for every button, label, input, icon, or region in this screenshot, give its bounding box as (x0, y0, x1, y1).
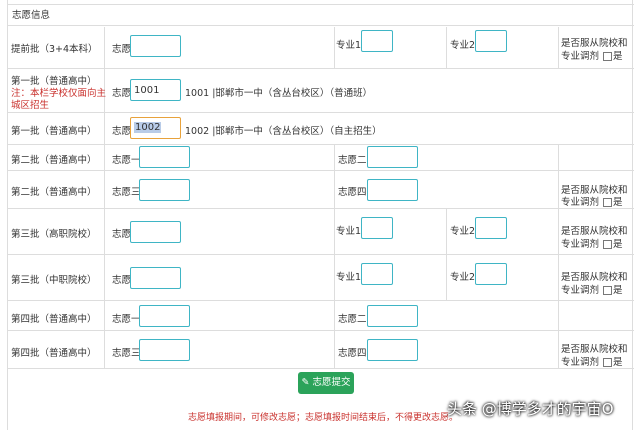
first-self-volunteer-input[interactable]: 1002 (130, 117, 181, 139)
footer-note: 志愿填报期间，可修改志愿；志愿填报时间结束后，不得更改志愿。 (188, 413, 459, 423)
row-first-batch-self: 第一批（普通高中） 志愿 1002 1002 |邯郸市一中（含丛台校区）（自主招… (8, 113, 634, 145)
adjust-label-line1: 是否服从院校和 (561, 344, 628, 355)
adjust-label-line2: 专业调剂 是 (561, 51, 623, 62)
school-description: 1001 |邯郸市一中（含丛台校区）（普通班） (185, 88, 373, 99)
adjust-label-line2: 专业调剂 是 (561, 239, 623, 250)
major1-label: 专业1 (336, 40, 362, 51)
section-title: 志愿信息 (8, 6, 634, 26)
fourth-volunteer4-input[interactable] (367, 339, 418, 361)
submit-button[interactable]: ✎ 志愿提交 (298, 372, 354, 394)
row-label: 提前批（3+4本科） (11, 44, 98, 55)
major1-label: 专业1 (336, 226, 362, 237)
top-strip (8, 0, 634, 5)
volunteer2-label: 志愿二 (338, 314, 367, 325)
row-third-batch-vocational-school: 第三批（中职院校） 志愿 专业1 专业2 是否服从院校和 专业调剂 是 (8, 255, 634, 301)
volunteer-label: 志愿 (112, 229, 132, 240)
early-volunteer-input[interactable] (130, 35, 181, 57)
row-fourth-batch-b: 第四批（普通高中） 志愿三 志愿四 是否服从院校和 专业调剂 是 (8, 331, 634, 369)
row-label: 第四批（普通高中） (11, 348, 97, 359)
third-school-volunteer-input[interactable] (130, 267, 181, 289)
row-second-batch-a: 第二批（普通高中） 志愿一 志愿二 (8, 145, 634, 171)
second-volunteer4-input[interactable] (367, 179, 418, 201)
submit-label: 志愿提交 (312, 377, 351, 388)
volunteer3-label: 志愿三 (112, 187, 141, 198)
adjust-checkbox[interactable] (603, 52, 613, 61)
row-label: 第二批（普通高中） (11, 187, 97, 198)
adjust-label-line2: 专业调剂 是 (561, 285, 623, 296)
row-label: 第三批（中职院校） (11, 275, 97, 286)
watermark: 头条 @博学多才的宇宙O (447, 400, 614, 418)
early-major2-input[interactable] (475, 30, 507, 52)
volunteer4-label: 志愿四 (338, 187, 367, 198)
adjust-checkbox[interactable] (603, 286, 613, 295)
third-college-major2-input[interactable] (475, 217, 507, 239)
adjust-label-line1: 是否服从院校和 (561, 38, 628, 49)
third-school-major2-input[interactable] (475, 263, 507, 285)
row-second-batch-b: 第二批（普通高中） 志愿三 志愿四 是否服从院校和 专业调剂 是 (8, 171, 634, 209)
row-early-batch: 提前批（3+4本科） 志愿 专业1 专业2 是否服从院校和 专业调剂 是 (8, 27, 634, 69)
second-volunteer3-input[interactable] (139, 179, 190, 201)
third-college-volunteer-input[interactable] (130, 221, 181, 243)
first-volunteer-input[interactable] (130, 79, 181, 101)
adjust-label-line1: 是否服从院校和 (561, 272, 628, 283)
row-label: 第三批（高职院校） (11, 229, 97, 240)
third-college-major1-input[interactable] (361, 217, 393, 239)
row-fourth-batch-a: 第四批（普通高中） 志愿一 志愿二 (8, 301, 634, 331)
row-third-batch-vocational-college: 第三批（高职院校） 志愿 专业1 专业2 是否服从院校和 专业调剂 是 (8, 209, 634, 255)
adjust-label-line2: 专业调剂 是 (561, 357, 623, 368)
third-school-major1-input[interactable] (361, 263, 393, 285)
row-label: 第四批（普通高中） (11, 314, 97, 325)
volunteer1-label: 志愿一 (112, 155, 141, 166)
volunteer-label: 志愿 (112, 275, 132, 286)
second-volunteer1-input[interactable] (139, 146, 190, 168)
volunteer2-label: 志愿二 (338, 155, 367, 166)
row-first-batch-regular: 第一批（普通高中） 注：本栏学校仅面向主 城区招生 志愿 1001 |邯郸市一中… (8, 69, 634, 113)
adjust-label-line1: 是否服从院校和 (561, 226, 628, 237)
adjust-checkbox[interactable] (603, 358, 613, 367)
early-major1-input[interactable] (361, 30, 393, 52)
school-description: 1002 |邯郸市一中（含丛台校区）（自主招生） (185, 126, 382, 137)
volunteer4-label: 志愿四 (338, 348, 367, 359)
zone-note-line2: 城区招生 (11, 100, 50, 111)
major1-label: 专业1 (336, 272, 362, 283)
adjust-checkbox[interactable] (603, 198, 613, 207)
major2-label: 专业2 (450, 226, 476, 237)
volunteer1-label: 志愿一 (112, 314, 141, 325)
row-label: 第一批（普通高中） (11, 126, 97, 137)
major2-label: 专业2 (450, 40, 476, 51)
volunteer-form: 志愿信息 提前批（3+4本科） 志愿 专业1 专业2 是否服从院校和 专业调剂 … (7, 0, 634, 430)
adjust-checkbox[interactable] (603, 240, 613, 249)
volunteer-label: 志愿 (112, 44, 132, 55)
row-label: 第二批（普通高中） (11, 155, 97, 166)
second-volunteer2-input[interactable] (367, 146, 418, 168)
edit-icon: ✎ (301, 377, 310, 388)
volunteer-label: 志愿 (112, 126, 132, 137)
volunteer-label: 志愿 (112, 88, 132, 99)
fourth-volunteer2-input[interactable] (367, 305, 418, 327)
volunteer3-label: 志愿三 (112, 348, 141, 359)
fourth-volunteer3-input[interactable] (139, 339, 190, 361)
major2-label: 专业2 (450, 272, 476, 283)
adjust-label-line2: 专业调剂 是 (561, 197, 623, 208)
fourth-volunteer1-input[interactable] (139, 305, 190, 327)
